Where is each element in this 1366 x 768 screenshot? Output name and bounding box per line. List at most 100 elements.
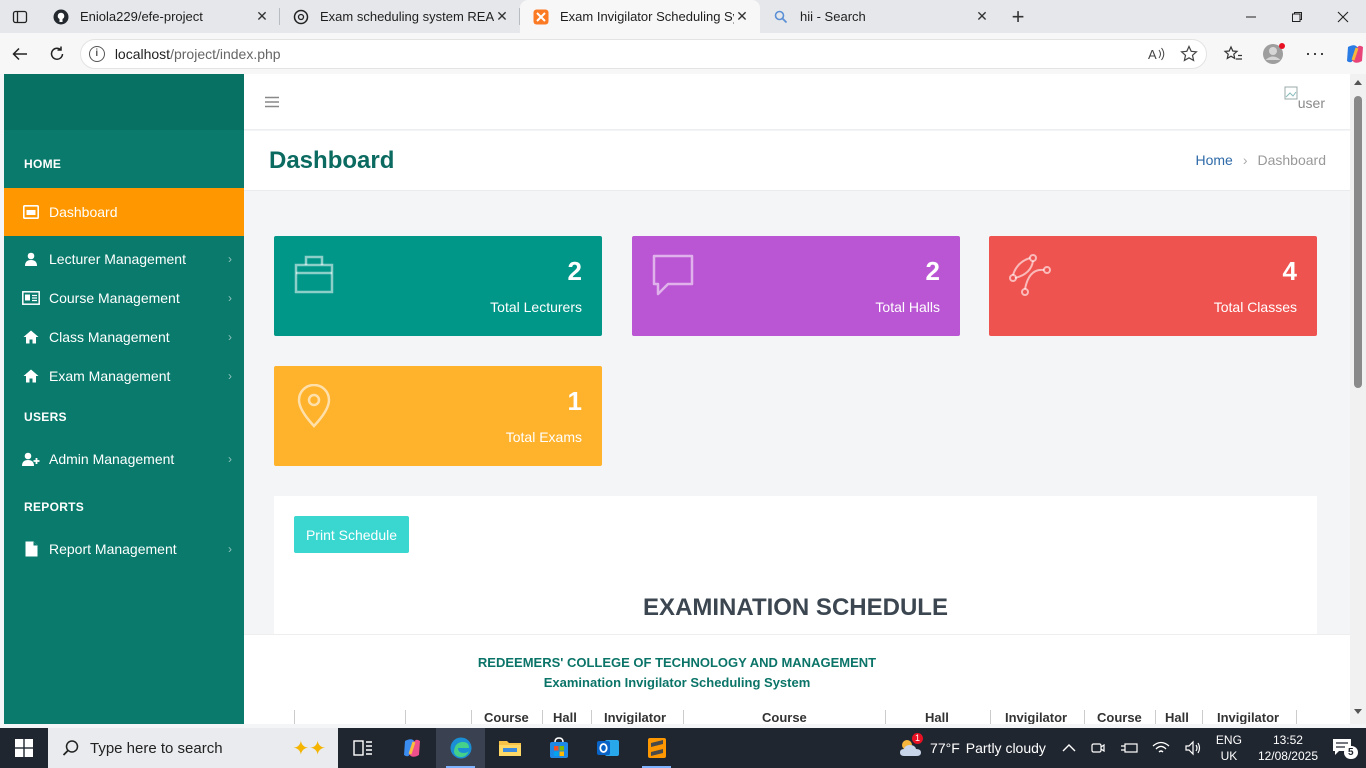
table-divider bbox=[683, 710, 684, 724]
sidebar-item-label: Dashboard bbox=[49, 204, 118, 220]
scroll-up-icon[interactable] bbox=[1353, 79, 1363, 87]
sublime-icon bbox=[647, 738, 666, 758]
task-view-icon bbox=[352, 740, 372, 756]
wifi-icon[interactable] bbox=[1152, 741, 1170, 755]
stat-card-lecturers: 2 Total Lecturers bbox=[274, 236, 602, 336]
volume-icon[interactable] bbox=[1184, 740, 1202, 756]
workspaces-button[interactable] bbox=[0, 0, 40, 33]
close-tab-icon[interactable]: ✕ bbox=[494, 8, 510, 25]
system-tray: ENG UK 13:52 12/08/2025 5 bbox=[1062, 732, 1366, 764]
sidebar-item-lecturer-management[interactable]: Lecturer Management › bbox=[4, 239, 244, 278]
microsoft-store-button[interactable] bbox=[534, 728, 583, 768]
chevron-up-icon[interactable] bbox=[1062, 743, 1076, 753]
scroll-down-icon[interactable] bbox=[1353, 707, 1363, 715]
favorite-star-icon[interactable] bbox=[1180, 44, 1198, 63]
edge-icon bbox=[450, 737, 471, 759]
avatar-alt-text: user bbox=[1297, 95, 1325, 111]
clock[interactable]: 13:52 12/08/2025 bbox=[1258, 732, 1318, 764]
notifications-button[interactable]: 5 bbox=[1332, 738, 1358, 759]
page-scrollbar[interactable] bbox=[1350, 74, 1366, 724]
close-tab-icon[interactable]: ✕ bbox=[734, 8, 750, 25]
college-name: REDEEMERS' COLLEGE OF TECHNOLOGY AND MAN… bbox=[477, 655, 877, 670]
home-icon bbox=[22, 328, 40, 346]
search-icon bbox=[772, 8, 790, 26]
favorites-icon[interactable] bbox=[1223, 45, 1243, 63]
browser-tab-invigilator[interactable]: Exam Invigilator Scheduling Syste ✕ bbox=[520, 0, 760, 33]
language-indicator[interactable]: ENG UK bbox=[1216, 732, 1242, 764]
hamburger-menu-button[interactable] bbox=[264, 96, 280, 108]
clock-time: 13:52 bbox=[1272, 733, 1303, 747]
close-tab-icon[interactable]: ✕ bbox=[254, 8, 270, 25]
table-header-invigilator: Invigilator bbox=[604, 710, 667, 724]
table-header-course: Course bbox=[1097, 710, 1142, 724]
meet-now-icon[interactable] bbox=[1090, 740, 1106, 756]
close-window-button[interactable] bbox=[1320, 0, 1366, 33]
table-header-hall: Hall bbox=[1165, 710, 1189, 724]
table-header-invigilator: Invigilator bbox=[1005, 710, 1068, 724]
sublime-text-button[interactable] bbox=[632, 728, 681, 768]
taskbar-search-box[interactable]: Type here to search ✦✦ bbox=[48, 728, 338, 768]
search-highlights-icon: ✦✦ bbox=[292, 737, 326, 760]
minimize-icon bbox=[1246, 16, 1256, 17]
close-tab-icon[interactable]: ✕ bbox=[974, 8, 990, 25]
back-button[interactable] bbox=[3, 37, 37, 71]
tab-title: hii - Search bbox=[800, 9, 866, 24]
copilot-icon[interactable] bbox=[1344, 43, 1366, 65]
openai-icon bbox=[292, 8, 310, 26]
restore-button[interactable] bbox=[1274, 0, 1320, 33]
table-divider bbox=[1296, 710, 1297, 724]
battery-plug-icon[interactable] bbox=[1120, 741, 1138, 755]
breadcrumb-home[interactable]: Home bbox=[1195, 152, 1232, 168]
avatar[interactable]: user bbox=[1284, 86, 1325, 111]
notification-count: 5 bbox=[1344, 746, 1358, 759]
sidebar-item-dashboard[interactable]: Dashboard bbox=[4, 188, 244, 236]
weather-widget[interactable]: 1 77°F Partly cloudy bbox=[898, 733, 1046, 759]
refresh-icon bbox=[50, 46, 64, 60]
browser-tab-search[interactable]: hii - Search ✕ bbox=[760, 0, 1000, 33]
scrollbar-thumb[interactable] bbox=[1354, 96, 1362, 388]
window-controls bbox=[1228, 0, 1366, 33]
table-divider bbox=[885, 710, 886, 724]
minimize-button[interactable] bbox=[1228, 0, 1274, 33]
table-header-hall: Hall bbox=[925, 710, 949, 724]
browser-tab-github[interactable]: Eniola229/efe-project ✕ bbox=[40, 0, 280, 33]
sidebar-item-label: Class Management bbox=[49, 328, 170, 345]
table-header-invigilator: Invigilator bbox=[1217, 710, 1280, 724]
table-divider bbox=[405, 710, 406, 724]
chevron-right-icon: › bbox=[228, 542, 232, 556]
sidebar-item-course-management[interactable]: Course Management › bbox=[4, 278, 244, 317]
edge-taskbar-button[interactable] bbox=[436, 728, 485, 768]
close-icon bbox=[1337, 11, 1349, 22]
url-field[interactable]: i localhost/project/index.php A bbox=[79, 38, 1207, 69]
stat-card-exams: 1 Total Exams bbox=[274, 366, 602, 466]
chevron-right-icon: › bbox=[228, 369, 232, 383]
site-info-icon[interactable]: i bbox=[88, 45, 105, 62]
settings-more-icon[interactable]: ··· bbox=[1305, 43, 1326, 64]
stat-value: 2 bbox=[567, 256, 582, 286]
profile-avatar-icon[interactable] bbox=[1261, 41, 1287, 67]
task-view-button[interactable] bbox=[338, 728, 387, 768]
sidebar-item-report-management[interactable]: Report Management › bbox=[4, 529, 244, 568]
sidebar-item-class-management[interactable]: Class Management › bbox=[4, 317, 244, 356]
sidebar-item-label: Report Management bbox=[49, 540, 177, 557]
search-icon bbox=[62, 740, 79, 756]
table-divider bbox=[591, 710, 592, 724]
sidebar-item-exam-management[interactable]: Exam Management › bbox=[4, 356, 244, 395]
home-icon bbox=[22, 367, 40, 385]
sidebar-item-label: Lecturer Management bbox=[49, 250, 186, 267]
system-name: Examination Invigilator Scheduling Syste… bbox=[543, 675, 811, 690]
tab-title: Exam scheduling system README bbox=[320, 9, 494, 24]
language-region: UK bbox=[1220, 749, 1238, 763]
file-explorer-button[interactable] bbox=[485, 728, 534, 768]
sidebar-logo bbox=[4, 74, 244, 130]
browser-tab-readme[interactable]: Exam scheduling system README ✕ bbox=[280, 0, 520, 33]
copilot-taskbar-button[interactable] bbox=[387, 728, 436, 768]
weather-temp: 77°F bbox=[930, 740, 960, 756]
read-aloud-icon[interactable]: A bbox=[1148, 46, 1166, 62]
outlook-button[interactable] bbox=[583, 728, 632, 768]
start-button[interactable] bbox=[0, 728, 48, 768]
refresh-button[interactable] bbox=[40, 37, 74, 71]
new-tab-button[interactable]: + bbox=[1000, 0, 1036, 33]
sidebar-item-admin-management[interactable]: Admin Management › bbox=[4, 439, 244, 478]
print-schedule-button[interactable]: Print Schedule bbox=[294, 516, 409, 553]
